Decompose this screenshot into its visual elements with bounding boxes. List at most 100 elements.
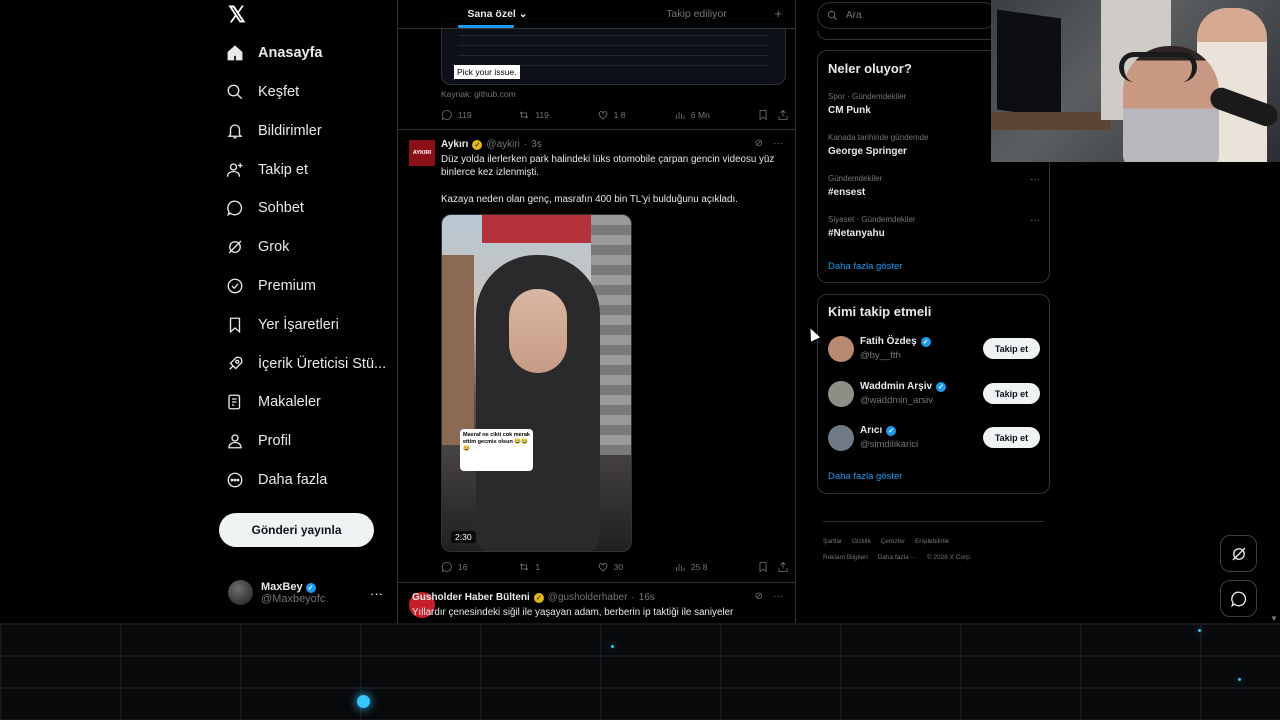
premium-icon <box>226 277 244 295</box>
webcam-overlay <box>991 0 1280 162</box>
article-icon <box>226 393 244 411</box>
trends-title: Neler oluyor? <box>828 61 912 76</box>
video-frame-face <box>509 289 567 373</box>
avatar[interactable]: AYKIRI <box>409 140 435 166</box>
nav-profile[interactable]: Profil <box>226 426 291 456</box>
suggested-account[interactable]: Waddmin Arşiv ✓ @waddmin_arsiv Takip et <box>828 379 1040 409</box>
heart-icon <box>598 563 607 572</box>
grok-icon[interactable]: ⊘ <box>755 138 763 149</box>
footer-link[interactable]: Gizlilik <box>852 538 871 545</box>
footer-link[interactable]: Çerezler <box>881 538 906 545</box>
suggested-account[interactable]: Arıcı ✓ @simdilikarici Takip et <box>828 423 1040 453</box>
tab-for-you[interactable]: Sana özel ⌄ <box>398 0 597 28</box>
follow-button[interactable]: Takip et <box>983 427 1040 448</box>
share-button[interactable] <box>777 561 789 573</box>
more-icon[interactable]: ··· <box>773 591 783 602</box>
trend-item[interactable]: Gündemdekiler #ensest ··· <box>828 174 1040 198</box>
profile-icon <box>226 432 244 450</box>
footer-link[interactable]: Erişilebilirlik <box>915 538 949 545</box>
like-button[interactable]: 30 <box>597 561 674 573</box>
author-name[interactable]: Aykırı <box>441 139 468 150</box>
chat-icon <box>226 199 244 217</box>
reply-button[interactable]: 16 <box>441 561 518 573</box>
post-video[interactable]: Masraf ne cikti cok merak ettim gecmis o… <box>441 214 632 552</box>
share-button[interactable] <box>777 109 789 121</box>
views-button[interactable]: 25 8 <box>674 561 757 573</box>
link-source[interactable]: Kaynak: github.com <box>441 89 516 99</box>
account-name: Fatih Özdeş ✓ <box>860 336 931 347</box>
nav-grok[interactable]: Grok <box>226 232 289 262</box>
card-row <box>458 55 768 56</box>
bookmark-button[interactable] <box>757 109 777 121</box>
scroll-down-icon[interactable]: ▼ <box>1270 614 1278 623</box>
more-icon[interactable]: ··· <box>1030 174 1040 185</box>
footer-link[interactable]: Şartlar <box>823 538 842 545</box>
bookmark-button[interactable] <box>757 561 777 573</box>
footer-link[interactable]: Reklam Bilgileri <box>823 554 868 561</box>
nav-chat[interactable]: Sohbet <box>226 193 304 223</box>
bell-icon <box>226 122 244 140</box>
account-more-icon[interactable]: ··· <box>370 586 383 601</box>
nav-premium[interactable]: Premium <box>226 271 316 301</box>
nav-follow[interactable]: Takip et <box>226 155 308 185</box>
nav-label: Anasayfa <box>258 45 323 61</box>
nav-label: Daha fazla <box>258 472 328 488</box>
verified-badge-icon: ✓ <box>886 425 897 436</box>
nav-explore[interactable]: Keşfet <box>226 77 299 107</box>
x-logo[interactable]: 𝕏 <box>228 2 246 28</box>
repost-button[interactable]: 119 <box>518 109 596 121</box>
tab-following[interactable]: Takip ediliyor <box>597 0 795 28</box>
messages-float-button[interactable] <box>1220 580 1257 617</box>
author-handle[interactable]: @gusholderhaber <box>548 592 628 603</box>
like-button[interactable]: 1 8 <box>597 109 674 121</box>
nav-label: Yer İşaretleri <box>258 317 339 333</box>
search-input[interactable]: Ara <box>817 2 997 29</box>
more-icon[interactable]: ··· <box>1030 215 1040 226</box>
verified-badge-icon: ✓ <box>472 139 483 150</box>
account-handle: @Maxbeyofc <box>261 592 326 605</box>
nav-label: Profil <box>258 433 292 449</box>
nav-label: Sohbet <box>258 200 304 216</box>
account-switcher[interactable]: MaxBey ✓ @Maxbeyofc <box>228 580 325 605</box>
glow-dot <box>357 695 370 708</box>
person-add-icon <box>226 161 244 179</box>
post-time[interactable]: 3s <box>531 139 542 150</box>
account-name: Waddmin Arşiv ✓ <box>860 381 947 392</box>
trend-item[interactable]: Siyaset · Gündemdekiler #Netanyahu ··· <box>828 215 1040 239</box>
suggested-account[interactable]: Fatih Özdeş ✓ @by__fth Takip et <box>828 334 1040 364</box>
nav-bookmarks[interactable]: Yer İşaretleri <box>226 310 339 340</box>
reply-button[interactable]: 119 <box>441 109 518 121</box>
post-button[interactable]: Gönderi yayınla <box>219 513 374 547</box>
more-icon[interactable]: ··· <box>773 138 783 149</box>
nav-articles[interactable]: Makaleler <box>226 387 321 417</box>
grok-float-button[interactable] <box>1220 535 1257 572</box>
account-name: Arıcı ✓ <box>860 425 897 436</box>
author-handle[interactable]: @aykiri <box>486 139 520 150</box>
repost-button[interactable]: 1 <box>518 561 596 573</box>
author-name[interactable]: Gusholder Haber Bülteni <box>412 592 530 603</box>
nav-more[interactable]: Daha fazla <box>226 465 327 495</box>
who-to-follow-panel: Kimi takip etmeli Fatih Özdeş ✓ @by__fth … <box>817 294 1050 494</box>
share-icon <box>778 109 788 120</box>
views-button[interactable]: 6 Mn <box>674 109 757 121</box>
chat-icon <box>1230 591 1246 607</box>
dot-separator: · <box>631 592 635 603</box>
grok-icon[interactable]: ⊘ <box>755 591 763 602</box>
verified-badge-icon: ✓ <box>936 381 947 392</box>
bookmark-icon <box>759 562 767 573</box>
footer-link[interactable]: Daha fazla ··· <box>878 554 917 561</box>
glow-dot <box>611 645 614 648</box>
show-more-link[interactable]: Daha fazla göster <box>828 471 902 482</box>
nav-notifications[interactable]: Bildirimler <box>226 116 322 146</box>
nav-home[interactable]: Anasayfa <box>226 38 322 68</box>
add-tab-icon[interactable]: + <box>774 6 782 21</box>
post-time[interactable]: 16s <box>639 592 655 603</box>
divider <box>398 582 795 583</box>
webcam-tv <box>997 9 1061 119</box>
avatar <box>828 381 854 407</box>
follow-button[interactable]: Takip et <box>983 338 1040 359</box>
nav-creator-studio[interactable]: İçerik Üreticisi Stü... <box>226 349 386 379</box>
show-more-link[interactable]: Daha fazla göster <box>828 261 902 272</box>
follow-button[interactable]: Takip et <box>983 383 1040 404</box>
timeline-tabs: Sana özel ⌄ Takip ediliyor + <box>398 0 795 29</box>
